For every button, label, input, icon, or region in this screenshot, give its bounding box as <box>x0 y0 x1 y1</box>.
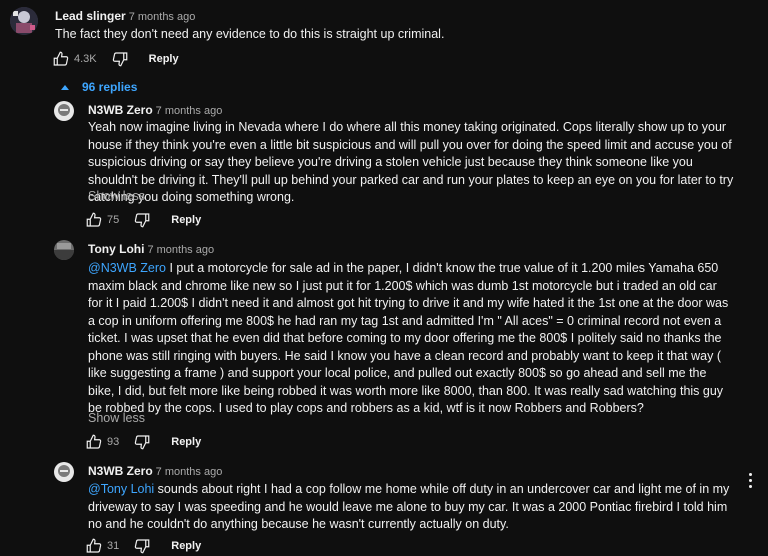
avatar[interactable] <box>54 462 74 482</box>
reply-author[interactable]: N3WB Zero 7 months ago <box>88 103 222 117</box>
reply-actions: 75 Reply <box>85 210 201 230</box>
replies-count-label: 96 replies <box>82 80 138 94</box>
thumbs-up-icon[interactable] <box>52 50 70 68</box>
reply-author[interactable]: Tony Lohi 7 months ago <box>88 242 214 256</box>
comment-time[interactable]: 7 months ago <box>129 11 196 23</box>
author-name[interactable]: N3WB Zero <box>88 464 153 478</box>
reply-text: Yeah now imagine living in Nevada where … <box>88 120 734 204</box>
reply-text-body: I put a motorcycle for sale ad in the pa… <box>88 261 729 415</box>
reply-time[interactable]: 7 months ago <box>156 105 223 117</box>
thumbs-down-icon[interactable] <box>111 50 129 68</box>
reply-author[interactable]: N3WB Zero 7 months ago <box>88 464 222 478</box>
author-name[interactable]: N3WB Zero <box>88 103 153 117</box>
like-count: 93 <box>107 436 120 448</box>
avatar[interactable] <box>54 101 74 121</box>
reply-button[interactable]: Reply <box>149 53 179 65</box>
reply-button[interactable]: Reply <box>171 214 201 226</box>
thumbs-down-icon[interactable] <box>133 537 151 555</box>
like-count: 75 <box>107 214 120 226</box>
thumbs-up-icon[interactable] <box>85 433 103 451</box>
reply-text-body: sounds about right I had a cop follow me… <box>88 482 730 531</box>
comment-author[interactable]: Lead slinger 7 months ago <box>55 9 195 23</box>
avatar[interactable] <box>54 240 74 260</box>
thumbs-up-icon[interactable] <box>85 537 103 555</box>
comment-actions: 4.3K Reply <box>52 49 179 69</box>
author-name[interactable]: Lead slinger <box>55 9 126 23</box>
comment-text: The fact they don't need any evidence to… <box>55 27 445 41</box>
like-count: 31 <box>107 540 120 552</box>
mention-link[interactable]: @Tony Lohi <box>88 482 154 496</box>
reply-button[interactable]: Reply <box>171 436 201 448</box>
show-less-button[interactable]: Show less <box>88 411 145 425</box>
author-name[interactable]: Tony Lohi <box>88 242 144 256</box>
reply-button[interactable]: Reply <box>171 540 201 552</box>
reply-actions: 93 Reply <box>85 432 201 452</box>
like-count: 4.3K <box>74 53 97 65</box>
show-less-button[interactable]: Show less <box>88 189 145 203</box>
thumbs-down-icon[interactable] <box>133 211 151 229</box>
more-vert-icon[interactable] <box>746 473 754 489</box>
thumbs-down-icon[interactable] <box>133 433 151 451</box>
reply-text: @N3WB Zero I put a motorcycle for sale a… <box>88 260 734 418</box>
chevron-up-icon <box>60 80 82 94</box>
reply-text: @Tony Lohi sounds about right I had a co… <box>88 481 734 534</box>
replies-toggle-button[interactable]: 96 replies <box>60 80 137 94</box>
reply-time[interactable]: 7 months ago <box>156 466 223 478</box>
reply-time[interactable]: 7 months ago <box>147 244 214 256</box>
thumbs-up-icon[interactable] <box>85 211 103 229</box>
mention-link[interactable]: @N3WB Zero <box>88 261 166 275</box>
avatar[interactable] <box>10 7 38 35</box>
reply-actions: 31 Reply <box>85 536 201 556</box>
